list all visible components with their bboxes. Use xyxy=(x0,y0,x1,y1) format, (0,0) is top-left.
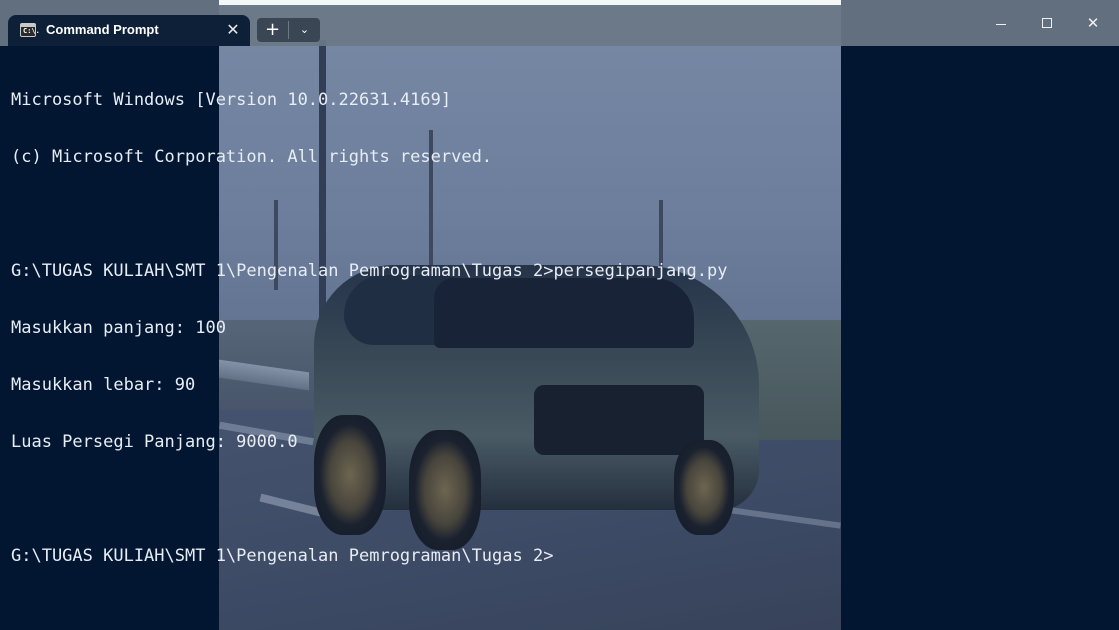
terminal-line: Masukkan panjang: 100 xyxy=(11,318,226,338)
terminal-line: G:\TUGAS KULIAH\SMT 1\Pengenalan Pemrogr… xyxy=(11,261,728,281)
new-tab-group: + ⌄ xyxy=(257,18,320,42)
terminal-window: C:\. Command Prompt ✕ + ⌄ ✕ Microsoft Wi… xyxy=(0,0,1119,630)
tab-command-prompt[interactable]: C:\. Command Prompt ✕ xyxy=(8,15,250,46)
maximize-button[interactable] xyxy=(1024,8,1070,38)
terminal-prompt-line[interactable]: G:\TUGAS KULIAH\SMT 1\Pengenalan Pemrogr… xyxy=(11,547,1111,566)
terminal-line: (c) Microsoft Corporation. All rights re… xyxy=(11,147,493,167)
chevron-down-icon[interactable]: ⌄ xyxy=(289,18,320,42)
new-tab-button[interactable]: + xyxy=(257,18,288,42)
close-tab-icon[interactable]: ✕ xyxy=(222,19,244,41)
cmd-icon-glyph: C:\. xyxy=(23,27,40,35)
terminal-line: Masukkan lebar: 90 xyxy=(11,375,196,395)
background-image-top-strip xyxy=(219,0,841,5)
minimize-button[interactable] xyxy=(978,8,1024,38)
cmd-icon: C:\. xyxy=(20,23,40,37)
title-bar[interactable]: C:\. Command Prompt ✕ + ⌄ ✕ xyxy=(0,0,1119,46)
terminal-output[interactable]: Microsoft Windows [Version 10.0.22631.41… xyxy=(11,53,1111,604)
minimize-icon xyxy=(996,24,1006,25)
terminal-line: Luas Persegi Panjang: 9000.0 xyxy=(11,432,298,452)
terminal-line: Microsoft Windows [Version 10.0.22631.41… xyxy=(11,90,452,110)
maximize-icon xyxy=(1042,18,1052,28)
close-button[interactable]: ✕ xyxy=(1070,8,1116,38)
tab-title: Command Prompt xyxy=(46,22,159,37)
